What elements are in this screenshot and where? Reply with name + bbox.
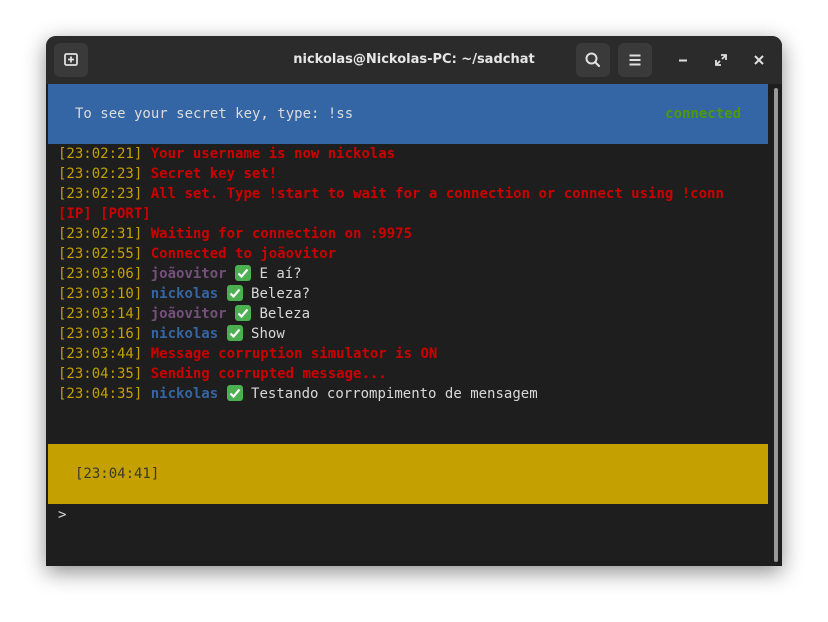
log-timestamp: [23:02:21] bbox=[58, 146, 143, 162]
check-mark-icon bbox=[235, 265, 252, 281]
check-mark-icon bbox=[226, 325, 243, 341]
maximize-button[interactable] bbox=[709, 48, 733, 72]
system-message: [IP] [PORT] bbox=[58, 206, 151, 222]
search-button[interactable] bbox=[576, 43, 610, 77]
system-message: Message corruption simulator is ON bbox=[150, 346, 438, 362]
log-timestamp: [23:03:10] bbox=[58, 286, 143, 302]
log-line: [23:02:23] All set. Type !start to wait … bbox=[58, 184, 770, 204]
log-timestamp: [23:03:06] bbox=[58, 266, 143, 282]
log-line: [23:03:06] joãovitor E aí? bbox=[58, 264, 770, 284]
scrollbar[interactable] bbox=[774, 88, 778, 562]
message-username: joãovitor bbox=[150, 306, 227, 322]
input-prompt[interactable]: > bbox=[58, 505, 66, 525]
message-text: Beleza bbox=[259, 306, 311, 322]
message-text: E aí? bbox=[259, 266, 302, 282]
info-banner: To see your secret key, type: !ss connec… bbox=[48, 84, 768, 144]
check-mark-icon bbox=[235, 305, 252, 321]
message-username: joãovitor bbox=[150, 266, 227, 282]
system-message: Your username is now nickolas bbox=[150, 146, 396, 162]
log-timestamp: [23:02:55] bbox=[58, 246, 143, 262]
log-line: [23:02:55] Connected to joãovitor bbox=[58, 244, 770, 264]
title-bar: nickolas@Nickolas-PC: ~/sadchat bbox=[46, 36, 782, 84]
system-message: Waiting for connection on :9975 bbox=[150, 226, 413, 242]
terminal-area[interactable]: To see your secret key, type: !ss connec… bbox=[48, 84, 782, 566]
log-timestamp: [23:03:44] bbox=[58, 346, 143, 362]
minimize-icon bbox=[679, 59, 687, 62]
log-timestamp: [23:04:35] bbox=[58, 366, 143, 382]
log-timestamp: [23:02:23] bbox=[58, 166, 143, 182]
log-line: [23:03:10] nickolas Beleza? bbox=[58, 284, 770, 304]
message-text: Testando corrompimento de mensagem bbox=[251, 386, 538, 402]
prompt-symbol: > bbox=[58, 507, 67, 523]
maximize-icon bbox=[715, 54, 727, 66]
message-username: nickolas bbox=[150, 286, 219, 302]
log-line: [23:02:23] Secret key set! bbox=[58, 164, 770, 184]
status-bar: [23:04:41] bbox=[48, 444, 768, 504]
hamburger-menu-icon bbox=[629, 54, 641, 66]
banner-text: To see your secret key, type: !ss bbox=[75, 106, 354, 122]
log-timestamp: [23:03:16] bbox=[58, 326, 143, 342]
log-timestamp: [23:02:31] bbox=[58, 226, 143, 242]
message-username: nickolas bbox=[150, 326, 219, 342]
minimize-button[interactable] bbox=[671, 48, 695, 72]
log-line: [23:03:14] joãovitor Beleza bbox=[58, 304, 770, 324]
close-button[interactable] bbox=[747, 48, 771, 72]
check-mark-icon bbox=[226, 285, 243, 301]
message-text: Show bbox=[251, 326, 285, 342]
log-line: [23:02:31] Waiting for connection on :99… bbox=[58, 224, 770, 244]
log-timestamp: [23:02:23] bbox=[58, 186, 143, 202]
system-message: Sending corrupted message... bbox=[150, 366, 387, 382]
message-text: Beleza? bbox=[251, 286, 311, 302]
log-line: [IP] [PORT] bbox=[58, 204, 770, 224]
chat-log: [23:02:21] Your username is now nickolas… bbox=[58, 144, 770, 404]
search-icon bbox=[585, 52, 601, 68]
message-username: nickolas bbox=[150, 386, 219, 402]
log-line: [23:04:35] nickolas Testando corrompimen… bbox=[58, 384, 770, 404]
system-message: Connected to joãovitor bbox=[150, 246, 337, 262]
log-line: [23:03:16] nickolas Show bbox=[58, 324, 770, 344]
system-message: All set. Type !start to wait for a conne… bbox=[150, 186, 724, 202]
log-line: [23:04:35] Sending corrupted message... bbox=[58, 364, 770, 384]
status-time: [23:04:41] bbox=[75, 466, 160, 482]
connection-status: connected bbox=[665, 106, 741, 122]
log-line: [23:03:44] Message corruption simulator … bbox=[58, 344, 770, 364]
log-timestamp: [23:03:14] bbox=[58, 306, 143, 322]
terminal-window: nickolas@Nickolas-PC: ~/sadchat To see y… bbox=[46, 36, 782, 566]
log-line: [23:02:21] Your username is now nickolas bbox=[58, 144, 770, 164]
check-mark-icon bbox=[226, 385, 243, 401]
menu-button[interactable] bbox=[618, 43, 652, 77]
log-timestamp: [23:04:35] bbox=[58, 386, 143, 402]
close-icon bbox=[754, 55, 764, 65]
system-message: Secret key set! bbox=[150, 166, 278, 182]
